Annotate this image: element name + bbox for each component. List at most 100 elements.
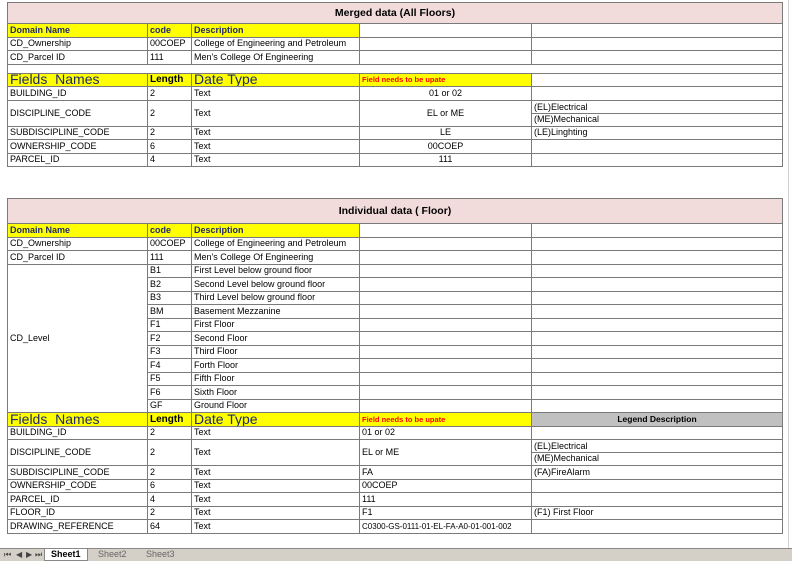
- code-cell[interactable]: 111: [147, 250, 192, 265]
- level-desc-cell[interactable]: Forth Floor: [191, 358, 360, 373]
- legend-cell[interactable]: (FA)FireAlarm: [530, 465, 784, 480]
- code-cell[interactable]: 00COEP: [147, 36, 192, 51]
- level-desc-cell[interactable]: Third Level below ground floor: [191, 290, 360, 305]
- level-desc-cell[interactable]: Sixth Floor: [191, 385, 360, 400]
- level-code-cell[interactable]: BM: [147, 304, 192, 319]
- length-cell[interactable]: 2: [147, 465, 192, 480]
- domain-cell[interactable]: CD_Ownership: [7, 36, 148, 51]
- level-code-cell[interactable]: B3: [147, 290, 192, 305]
- empty-cell[interactable]: [359, 223, 532, 238]
- domain-name-header[interactable]: Domain Name: [7, 223, 148, 238]
- level-desc-cell[interactable]: First Floor: [191, 317, 360, 332]
- domain-cell[interactable]: CD_Parcel ID: [7, 50, 148, 65]
- value-cell[interactable]: FA: [359, 465, 532, 480]
- domain-cell[interactable]: CD_Ownership: [7, 236, 148, 251]
- empty-cell[interactable]: [530, 152, 784, 167]
- description-cell[interactable]: College of Engineering and Petroleum: [191, 236, 360, 251]
- tab-sheet3[interactable]: Sheet3: [140, 549, 181, 560]
- empty-cell[interactable]: [530, 250, 784, 265]
- empty-cell[interactable]: [530, 358, 784, 373]
- value-cell[interactable]: EL or ME: [359, 99, 532, 127]
- level-code-cell[interactable]: B1: [147, 263, 192, 278]
- field-update-header[interactable]: Field needs to be upate: [359, 72, 532, 87]
- field-name-cell[interactable]: DRAWING_REFERENCE: [7, 519, 148, 534]
- empty-cell[interactable]: [530, 72, 784, 87]
- level-code-cell[interactable]: F3: [147, 344, 192, 359]
- tab-sheet1[interactable]: Sheet1: [44, 549, 88, 561]
- empty-cell[interactable]: [530, 139, 784, 154]
- level-desc-cell[interactable]: Basement Mezzanine: [191, 304, 360, 319]
- level-code-cell[interactable]: F6: [147, 385, 192, 400]
- code-cell[interactable]: 111: [147, 50, 192, 65]
- length-cell[interactable]: 4: [147, 492, 192, 507]
- empty-cell[interactable]: [530, 385, 784, 400]
- empty-cell[interactable]: [530, 317, 784, 332]
- legend-cell[interactable]: [530, 478, 784, 493]
- empty-cell[interactable]: [359, 317, 532, 332]
- length-header[interactable]: Length: [147, 72, 192, 87]
- field-name-cell[interactable]: SUBDISCIPLINE_CODE: [7, 125, 148, 140]
- value-cell[interactable]: 111: [359, 492, 532, 507]
- type-cell[interactable]: Text: [191, 152, 360, 167]
- spreadsheet-grid[interactable]: Merged data (All Floors) Domain Name cod…: [0, 0, 792, 548]
- empty-cell[interactable]: [530, 236, 784, 251]
- empty-cell[interactable]: [530, 86, 784, 101]
- legend-cell[interactable]: (EL)Electrical (ME)Mechanical: [530, 439, 784, 466]
- legend-cell[interactable]: [530, 425, 784, 440]
- empty-cell[interactable]: [359, 304, 532, 319]
- first-sheet-icon[interactable]: ⏮: [4, 549, 11, 560]
- value-cell[interactable]: 01 or 02: [359, 86, 532, 101]
- field-name-cell[interactable]: DISCIPLINE_CODE: [7, 439, 148, 466]
- domain-name-header[interactable]: Domain Name: [7, 23, 148, 38]
- legend-lighting[interactable]: (LE)Linghting: [530, 125, 784, 140]
- field-name-cell[interactable]: SUBDISCIPLINE_CODE: [7, 465, 148, 480]
- level-code-cell[interactable]: B2: [147, 277, 192, 292]
- date-type-header[interactable]: Date Type: [191, 72, 360, 87]
- empty-cell[interactable]: [359, 290, 532, 305]
- empty-cell[interactable]: [359, 50, 532, 65]
- level-desc-cell[interactable]: Third Floor: [191, 344, 360, 359]
- value-cell[interactable]: C0300-GS-0111-01-EL-FA-A0-01-001-002: [359, 519, 532, 534]
- description-cell[interactable]: Men's College Of Engineering: [191, 250, 360, 265]
- empty-cell[interactable]: [530, 398, 784, 413]
- code-header[interactable]: code: [147, 223, 192, 238]
- value-cell[interactable]: EL or ME: [359, 439, 532, 466]
- fields-names-header[interactable]: Fields_Names: [7, 72, 148, 87]
- level-code-cell[interactable]: F1: [147, 317, 192, 332]
- empty-cell[interactable]: [359, 23, 532, 38]
- cd-level-cell[interactable]: CD_Level: [7, 263, 148, 413]
- length-cell[interactable]: 2: [147, 425, 192, 440]
- empty-cell[interactable]: [359, 263, 532, 278]
- description-header[interactable]: Description: [191, 23, 360, 38]
- legend-description-header[interactable]: Legend Description: [530, 412, 784, 427]
- value-cell[interactable]: 111: [359, 152, 532, 167]
- level-code-cell[interactable]: F4: [147, 358, 192, 373]
- last-sheet-icon[interactable]: ⏭: [35, 549, 42, 560]
- field-name-cell[interactable]: PARCEL_ID: [7, 152, 148, 167]
- length-cell[interactable]: 2: [147, 125, 192, 140]
- length-cell[interactable]: 2: [147, 439, 192, 466]
- code-header[interactable]: code: [147, 23, 192, 38]
- merged-title[interactable]: Merged data (All Floors): [6, 2, 784, 24]
- value-cell[interactable]: 00COEP: [359, 478, 532, 493]
- legend-cell[interactable]: (EL)Electrical (ME)Mechanical: [530, 99, 784, 127]
- empty-cell[interactable]: [359, 331, 532, 346]
- value-cell[interactable]: LE: [359, 125, 532, 140]
- length-cell[interactable]: 2: [147, 505, 192, 520]
- field-name-cell[interactable]: OWNERSHIP_CODE: [7, 478, 148, 493]
- type-cell[interactable]: Text: [191, 86, 360, 101]
- field-name-cell[interactable]: BUILDING_ID: [7, 86, 148, 101]
- legend-cell[interactable]: (F1) First Floor: [530, 505, 784, 520]
- level-desc-cell[interactable]: First Level below ground floor: [191, 263, 360, 278]
- length-cell[interactable]: 4: [147, 152, 192, 167]
- empty-cell[interactable]: [530, 371, 784, 386]
- length-cell[interactable]: 6: [147, 478, 192, 493]
- field-update-header[interactable]: Field needs to be upate: [359, 412, 532, 427]
- empty-cell[interactable]: [530, 304, 784, 319]
- empty-cell[interactable]: [530, 23, 784, 38]
- field-name-cell[interactable]: PARCEL_ID: [7, 492, 148, 507]
- type-cell[interactable]: Text: [191, 125, 360, 140]
- empty-cell[interactable]: [359, 398, 532, 413]
- field-name-cell[interactable]: DISCIPLINE_CODE: [7, 99, 148, 127]
- code-cell[interactable]: 00COEP: [147, 236, 192, 251]
